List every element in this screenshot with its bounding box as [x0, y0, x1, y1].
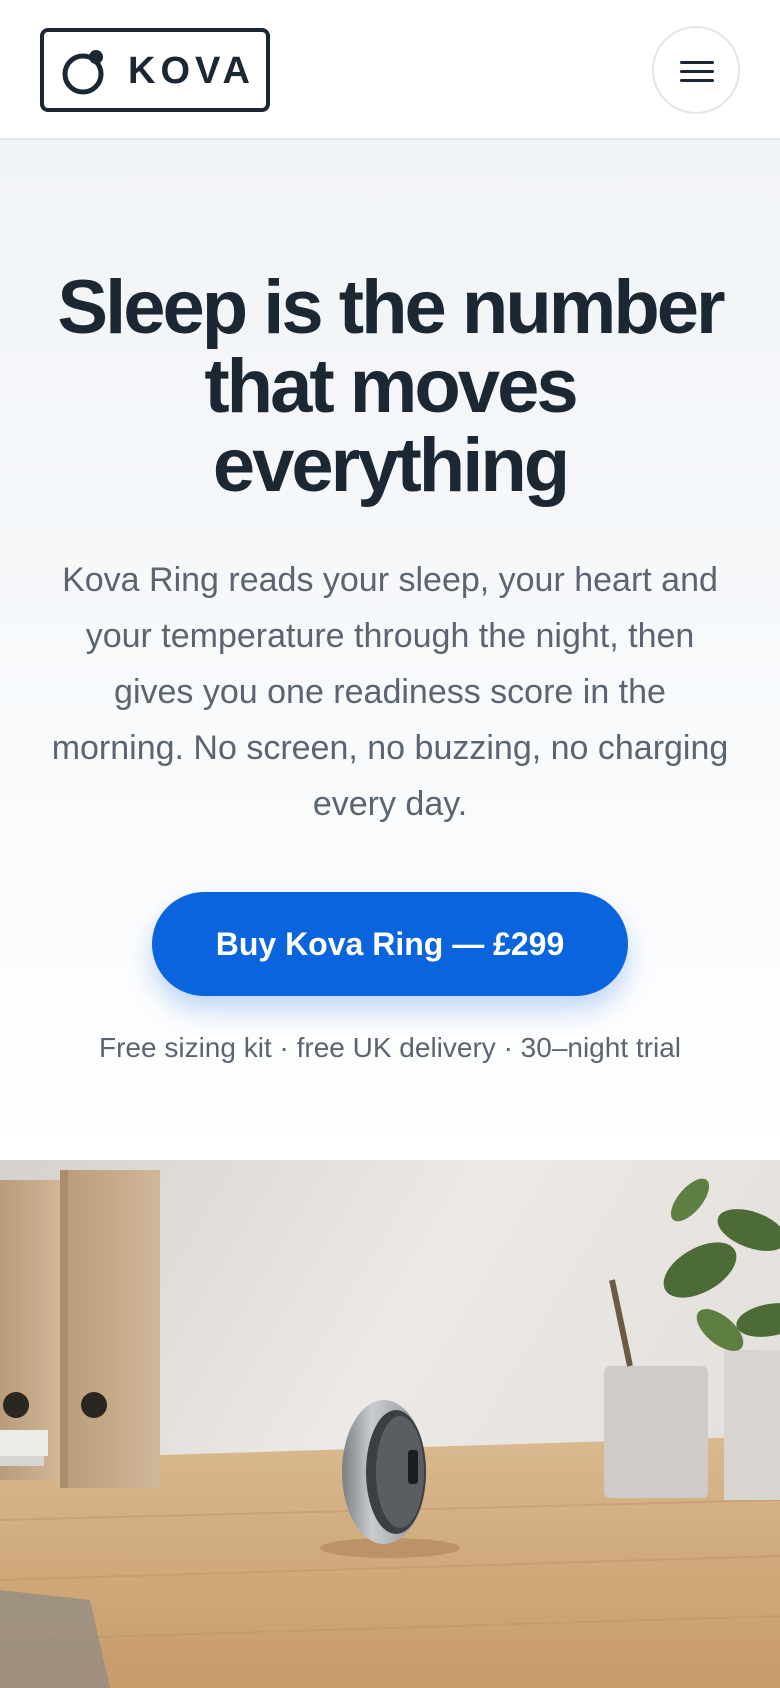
hero-description: Kova Ring reads your sleep, your heart a… — [51, 561, 729, 823]
product-photo — [0, 1160, 780, 1688]
site-header: KOVA — [0, 0, 780, 140]
ring-logo-icon — [62, 50, 104, 95]
buy-button[interactable]: Buy Kova Ring — £299 — [152, 892, 628, 996]
hero-headline: Sleep is the number that moves everythin… — [57, 265, 725, 508]
menu-button[interactable] — [652, 26, 740, 114]
hamburger-menu-icon — [680, 61, 714, 82]
ring-on-desk-illustration — [0, 1160, 780, 1688]
logo-link[interactable]: KOVA — [40, 28, 270, 112]
hero-section: Sleep is the number that moves everythin… — [0, 140, 780, 1160]
delivery-note: Free sizing kit · free UK delivery · 30–… — [99, 1032, 681, 1063]
brand-name: KOVA — [128, 50, 255, 92]
